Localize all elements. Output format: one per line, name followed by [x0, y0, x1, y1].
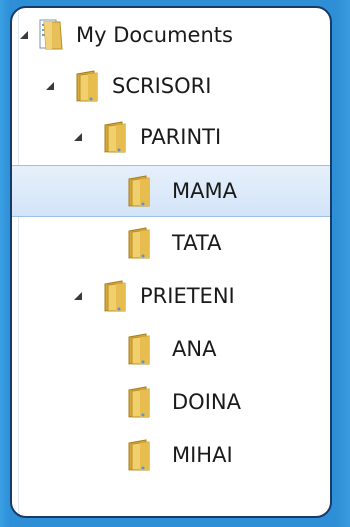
- expanded-arrow-icon[interactable]: [20, 31, 28, 39]
- tree-item-label: ANA: [172, 337, 217, 361]
- folder-icon: [128, 439, 150, 471]
- folder-icon: [128, 175, 150, 207]
- tree-item-tata[interactable]: TATA: [12, 218, 330, 270]
- tree-item-label: SCRISORI: [112, 74, 212, 98]
- folder-tree-panel: My Documents SCRISORI PARINTI MAMA TATA …: [10, 6, 332, 518]
- expanded-arrow-icon[interactable]: [46, 82, 54, 90]
- tree-item-label: PARINTI: [140, 125, 222, 149]
- folder-icon: [76, 70, 98, 102]
- tree-item-my-documents[interactable]: My Documents: [12, 10, 330, 62]
- expanded-arrow-icon[interactable]: [74, 133, 82, 141]
- tree-item-label: TATA: [172, 231, 222, 255]
- tree-item-label: PRIETENI: [140, 284, 235, 308]
- folder-icon: [128, 333, 150, 365]
- tree-item-label: MAMA: [172, 179, 237, 203]
- folder-icon: [104, 121, 126, 153]
- window-edge-left: [0, 0, 10, 527]
- tree-item-label: My Documents: [76, 23, 233, 47]
- folder-icon: [104, 280, 126, 312]
- documents-folder-icon: [39, 19, 63, 50]
- tree-item-ana[interactable]: ANA: [12, 324, 330, 376]
- tree-item-mihai[interactable]: MIHAI: [12, 430, 330, 482]
- tree-item-parinti[interactable]: PARINTI: [12, 112, 330, 164]
- tree-item-scrisori[interactable]: SCRISORI: [12, 61, 330, 113]
- folder-icon: [128, 386, 150, 418]
- expanded-arrow-icon[interactable]: [74, 292, 82, 300]
- tree-item-prieteni[interactable]: PRIETENI: [12, 271, 330, 323]
- folder-icon: [128, 227, 150, 259]
- window-edge-right: [336, 0, 350, 527]
- tree-item-label: DOINA: [172, 390, 241, 414]
- tree-item-mama[interactable]: MAMA: [12, 165, 330, 217]
- tree-item-label: MIHAI: [172, 443, 233, 467]
- tree-item-doina[interactable]: DOINA: [12, 377, 330, 429]
